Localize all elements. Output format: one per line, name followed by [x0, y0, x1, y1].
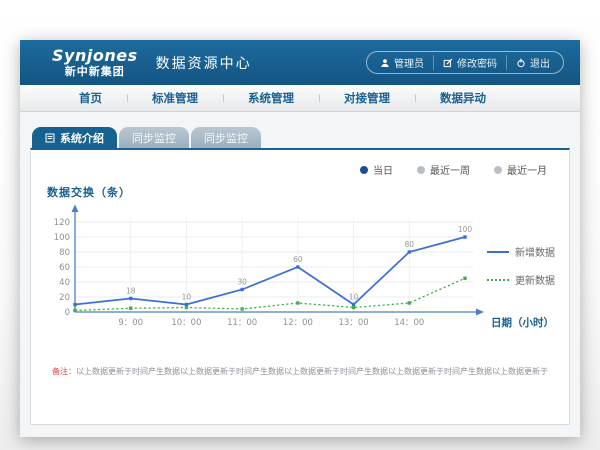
- user-menu: 管理员 修改密码 退出: [366, 51, 564, 74]
- tab[interactable]: 同步监控: [119, 127, 189, 148]
- app-header: Synjones 新中新集团 数据资源中心 管理员 修改密码 退出: [20, 40, 580, 85]
- svg-text:80: 80: [405, 240, 415, 249]
- svg-text:120: 120: [54, 218, 70, 228]
- user-menu-label: 退出: [530, 55, 550, 70]
- chart-panel: 当日 最近一周 最近一月 数据交换（条） 0 20 40 60 80 100 120 9：00 10…: [30, 148, 570, 425]
- nav-item[interactable]: 首页: [54, 90, 127, 106]
- footnote-text: 以上数据更新于时间产生数据以上数据更新于时间产生数据以上数据更新于时间产生数据以…: [76, 367, 548, 376]
- edit-icon: [443, 58, 453, 68]
- svg-text:30: 30: [237, 278, 247, 287]
- radio-dot-icon: [494, 166, 502, 174]
- brand-name: Synjones: [52, 48, 138, 64]
- nav-item[interactable]: 对接管理: [319, 90, 415, 106]
- page-background: Synjones 新中新集团 数据资源中心 管理员修改密码退出 首页标准管理系统…: [0, 0, 600, 450]
- legend-item[interactable]: 新增数据: [487, 244, 555, 259]
- tab-label: 同步监控: [132, 130, 176, 146]
- user-menu-item[interactable]: 修改密码: [433, 55, 506, 70]
- brand-subtitle: 新中新集团: [65, 66, 125, 77]
- user-menu-item[interactable]: 管理员: [371, 55, 433, 70]
- legend-label: 新增数据: [515, 244, 555, 259]
- line-chart: 0 20 40 60 80 100 120 9：00 10：00 11：00 12：00 13：00 1…: [45, 202, 555, 342]
- svg-text:11：00: 11：00: [227, 318, 257, 328]
- legend-item[interactable]: 更新数据: [487, 272, 555, 287]
- user-icon: [380, 58, 390, 68]
- svg-text:0: 0: [65, 308, 70, 318]
- svg-text:10: 10: [349, 293, 359, 302]
- main-nav: 首页标准管理系统管理对接管理数据异动: [20, 85, 580, 112]
- nav-item[interactable]: 系统管理: [223, 90, 319, 106]
- footnote-prefix: 备注：: [52, 367, 76, 376]
- y-axis-title: 数据交换（条）: [47, 184, 555, 200]
- chart-legend: 新增数据更新数据: [487, 244, 555, 287]
- radio-label: 最近一月: [507, 162, 547, 177]
- radio-dot-icon: [417, 166, 425, 174]
- svg-text:80: 80: [59, 248, 70, 258]
- document-icon: [45, 133, 55, 143]
- user-menu-label: 修改密码: [457, 55, 497, 70]
- radio-option[interactable]: 最近一月: [494, 162, 547, 177]
- radio-label: 当日: [373, 162, 393, 177]
- nav-item[interactable]: 数据异动: [415, 90, 511, 106]
- svg-text:12：00: 12：00: [283, 318, 313, 328]
- svg-text:40: 40: [59, 278, 70, 288]
- page-title: 数据资源中心: [156, 53, 252, 73]
- tab[interactable]: 系统介绍: [32, 127, 117, 148]
- legend-swatch-icon: [487, 279, 509, 281]
- radio-label: 最近一周: [430, 162, 470, 177]
- radio-option[interactable]: 当日: [360, 162, 393, 177]
- user-menu-label: 管理员: [394, 55, 424, 70]
- radio-option[interactable]: 最近一周: [417, 162, 470, 177]
- tab[interactable]: 同步监控: [191, 127, 261, 148]
- tab-label: 系统介绍: [60, 130, 104, 146]
- app-window: Synjones 新中新集团 数据资源中心 管理员修改密码退出 首页标准管理系统…: [20, 40, 580, 437]
- svg-text:60: 60: [59, 263, 70, 273]
- brand-logo: Synjones 新中新集团: [52, 48, 138, 77]
- tab-bar: 系统介绍 同步监控 同步监控: [32, 127, 570, 148]
- user-menu-item[interactable]: 退出: [506, 55, 559, 70]
- svg-text:日期（小时）: 日期（小时）: [491, 316, 554, 329]
- svg-text:10：00: 10：00: [171, 318, 201, 328]
- power-icon: [516, 58, 526, 68]
- footnote: 备注：以上数据更新于时间产生数据以上数据更新于时间产生数据以上数据更新于时间产生…: [45, 366, 555, 377]
- svg-text:20: 20: [59, 293, 70, 303]
- range-filters: 当日 最近一周 最近一月: [45, 158, 555, 179]
- svg-text:14：00: 14：00: [394, 318, 424, 328]
- radio-dot-icon: [360, 166, 368, 174]
- tab-label: 同步监控: [204, 130, 248, 146]
- svg-text:13：00: 13：00: [339, 318, 369, 328]
- svg-text:100: 100: [458, 225, 473, 234]
- nav-item[interactable]: 标准管理: [127, 90, 223, 106]
- legend-label: 更新数据: [515, 272, 555, 287]
- chart-area: 0 20 40 60 80 100 120 9：00 10：00 11：00 12：00 13：00 1…: [45, 202, 555, 342]
- content-area: 系统介绍 同步监控 同步监控 当日 最近一周 最近一月 数据交换（条） 0 20 40 60 8…: [20, 112, 580, 425]
- svg-text:100: 100: [54, 233, 70, 243]
- svg-text:9：00: 9：00: [118, 318, 143, 328]
- svg-text:10: 10: [182, 293, 192, 302]
- svg-text:60: 60: [293, 255, 303, 264]
- svg-text:18: 18: [126, 287, 136, 296]
- legend-swatch-icon: [487, 251, 509, 253]
